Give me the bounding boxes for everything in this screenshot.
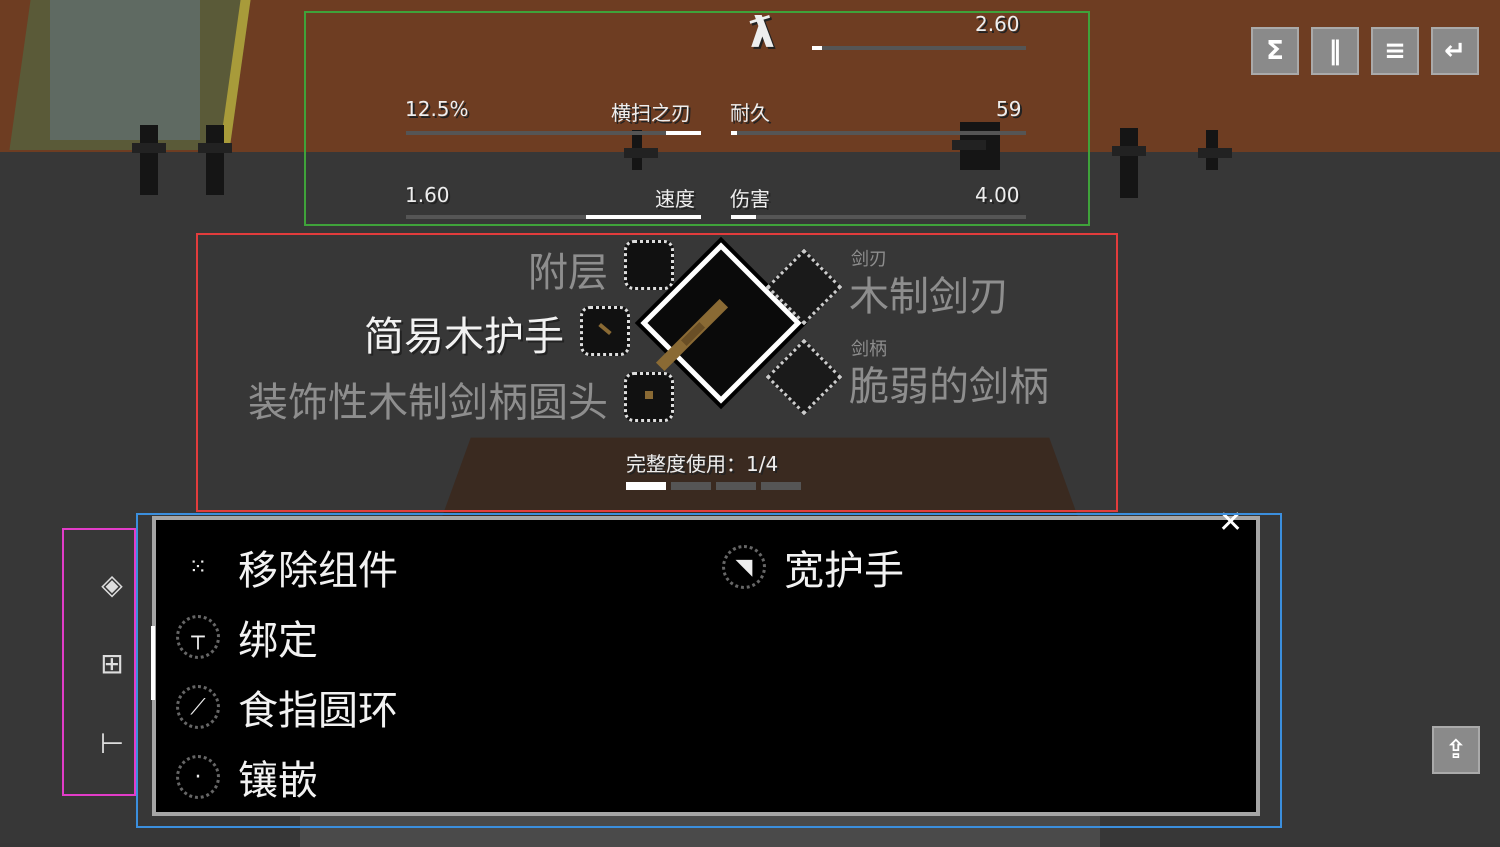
top-stat-bar [812,46,1026,50]
layer-slot[interactable] [624,240,674,290]
durability-value: 59 [996,97,1022,121]
menu-icon[interactable]: ≡ [1371,27,1419,75]
pause-icon[interactable]: ‖ [1311,27,1359,75]
bind-icon: ┬ [176,615,220,659]
handle-category-icon[interactable]: ⊢ [92,724,132,764]
pommel-slot[interactable] [624,372,674,422]
wide-guard-icon: ◥ [722,545,766,589]
armor-stand [198,125,232,195]
option-remove-label: 移除组件 [238,548,398,594]
sort-icon[interactable]: Σ [1251,27,1299,75]
speed-value: 1.60 [405,183,450,207]
durability-fill [731,131,737,135]
armor-stand [1112,128,1146,198]
sweep-percent: 12.5% [405,97,469,121]
integrity-segment-3 [716,482,756,490]
pommel-part-icon [645,391,653,399]
sweep-bar [406,131,701,135]
inlay-icon: · [176,755,220,799]
damage-value: 4.00 [975,183,1020,207]
option-wide-guard[interactable]: ◥ 宽护手 [722,538,904,596]
armor-stand [1198,130,1232,170]
option-bind[interactable]: ┬ 绑定 [176,608,318,666]
durability-label: 耐久 [730,101,770,125]
option-wide-guard-label: 宽护手 [784,548,904,594]
damage-bar [731,215,1026,219]
armor-stand [624,130,658,170]
window-glass [50,0,200,140]
finger-ring-icon: ⟋ [176,685,220,729]
pommel-label: 装饰性木制剑柄圆头 [248,380,608,426]
option-finger-ring-label: 食指圆环 [238,688,398,734]
selection-indicator [151,626,155,700]
option-remove[interactable]: ⁙ 移除组件 [176,538,398,596]
help-icon[interactable]: ⇪ [1432,726,1480,774]
armor-stand [952,122,1000,170]
gem-category-icon[interactable]: ◈ [92,565,132,605]
top-stat-value: 2.60 [975,12,1020,36]
integrity-segment-2 [671,482,711,490]
integrity-text: 完整度使用：1/4 [626,452,779,476]
return-icon[interactable]: ↵ [1431,27,1479,75]
weapon-icon: ƛ [750,8,775,57]
integrity-segment-4 [761,482,801,490]
guard-slot[interactable] [580,306,630,356]
damage-fill [731,215,756,219]
sweep-fill [666,131,701,135]
guard-label: 简易木护手 [364,314,564,360]
guard-part-icon [598,322,612,336]
handle-label: 脆弱的剑柄 [849,364,1049,410]
layer-label: 附层 [528,250,608,296]
top-stat-fill [812,46,822,50]
speed-fill [586,215,701,219]
close-icon[interactable]: ✕ [1218,505,1243,540]
sweep-label: 横扫之刃 [611,101,691,125]
remove-icon: ⁙ [188,554,208,580]
option-inlay[interactable]: · 镶嵌 [176,748,318,806]
option-finger-ring[interactable]: ⟋ 食指圆环 [176,678,398,736]
speed-label: 速度 [655,187,695,211]
option-inlay-label: 镶嵌 [238,758,318,804]
durability-bar [731,131,1026,135]
damage-label: 伤害 [730,187,770,211]
armor-stand [132,125,166,195]
option-bind-label: 绑定 [238,618,318,664]
guard-category-icon[interactable]: ⊞ [92,644,132,684]
integrity-segment-1 [626,482,666,490]
blade-label: 木制剑刃 [849,274,1009,320]
